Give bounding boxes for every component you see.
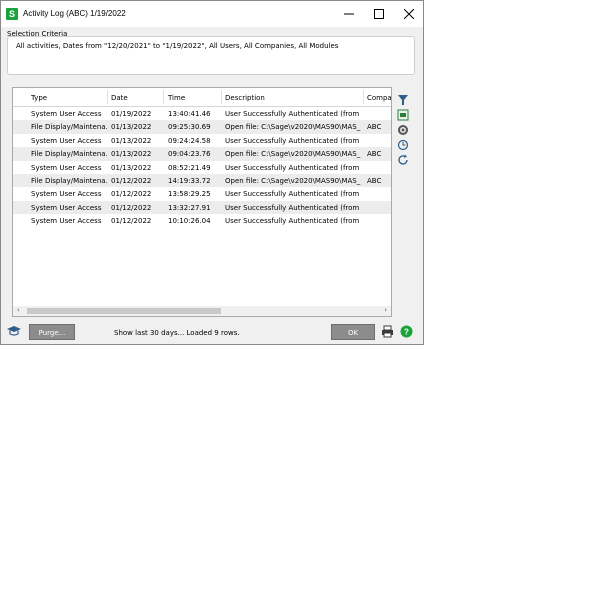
cell-date: 01/13/2022 bbox=[111, 163, 152, 172]
cell-date: 01/13/2022 bbox=[111, 150, 152, 159]
title-bar: S Activity Log (ABC) 1/19/2022 bbox=[1, 1, 423, 27]
cell-description: User Successfully Authenticated (from ..… bbox=[225, 190, 361, 199]
cell-date: 01/13/2022 bbox=[111, 136, 152, 145]
cell-type: System User Access bbox=[31, 163, 102, 172]
cell-type: System User Access bbox=[31, 190, 102, 199]
refresh-icon[interactable] bbox=[397, 154, 411, 168]
cell-type: File Display/Maintena... bbox=[31, 123, 107, 132]
export-icon[interactable] bbox=[397, 109, 411, 123]
activity-log-window: S Activity Log (ABC) 1/19/2022 Selection… bbox=[0, 0, 424, 345]
cell-company: ABC bbox=[367, 177, 382, 185]
cell-description: Open file: C:\Sage\v2020\MAS90\MAS_... bbox=[225, 177, 361, 185]
column-header-date[interactable]: Date bbox=[111, 94, 163, 102]
cell-description: User Successfully Authenticated (from ..… bbox=[225, 110, 361, 118]
window-title: Activity Log (ABC) 1/19/2022 bbox=[23, 9, 126, 18]
table-row[interactable]: System User Access 01/19/2022 13:40:41.46 U… bbox=[13, 107, 391, 120]
close-button[interactable] bbox=[394, 1, 424, 27]
scroll-left-icon[interactable]: ‹ bbox=[17, 306, 20, 314]
cell-time: 13:58:29.25 bbox=[168, 190, 211, 199]
cell-time: 13:40:41.46 bbox=[168, 110, 211, 118]
cell-description: User Successfully Authenticated (from ..… bbox=[225, 203, 361, 212]
horizontal-scrollbar[interactable]: ‹ › bbox=[13, 306, 391, 316]
activity-grid[interactable]: Type Date Time Description Compar System… bbox=[12, 87, 392, 317]
cell-type: System User Access bbox=[31, 217, 102, 226]
cell-type: System User Access bbox=[31, 110, 102, 118]
column-header-company[interactable]: Compar bbox=[367, 94, 391, 102]
table-row[interactable]: System User Access 01/12/2022 13:58:29.25 U… bbox=[13, 187, 391, 200]
sage-app-icon: S bbox=[6, 8, 18, 20]
cell-description: User Successfully Authenticated (from ..… bbox=[225, 163, 361, 172]
scroll-right-icon[interactable]: › bbox=[384, 306, 387, 314]
svg-text:?: ? bbox=[404, 328, 409, 337]
cell-company: ABC bbox=[367, 150, 382, 159]
minimize-icon bbox=[344, 13, 354, 15]
cell-type: System User Access bbox=[31, 203, 102, 212]
selection-criteria-text: All activities, Dates from "12/20/2021" … bbox=[16, 42, 339, 50]
cell-time: 09:25:30.69 bbox=[168, 123, 211, 132]
column-header-type[interactable]: Type bbox=[31, 94, 111, 102]
cell-company: ABC bbox=[367, 123, 382, 132]
column-divider[interactable] bbox=[221, 90, 222, 104]
cell-date: 01/13/2022 bbox=[111, 123, 152, 132]
printer-icon[interactable] bbox=[381, 325, 394, 340]
cell-type: System User Access bbox=[31, 136, 102, 145]
history-icon[interactable] bbox=[397, 139, 411, 153]
column-divider[interactable] bbox=[107, 90, 108, 104]
cell-time: 13:32:27.91 bbox=[168, 203, 211, 212]
cell-type: File Display/Maintena... bbox=[31, 150, 107, 159]
cell-description: User Successfully Authenticated (from ..… bbox=[225, 217, 361, 226]
cell-date: 01/19/2022 bbox=[111, 110, 152, 118]
status-text: Show last 30 days... Loaded 9 rows. bbox=[114, 329, 240, 337]
table-row[interactable]: File Display/Maintena... 01/13/2022 09:04:… bbox=[13, 147, 391, 161]
maximize-icon bbox=[374, 9, 384, 19]
cell-description: User Successfully Authenticated (from ..… bbox=[225, 136, 361, 145]
purge-button[interactable]: Purge... bbox=[29, 324, 75, 340]
cell-date: 01/12/2022 bbox=[111, 217, 152, 226]
filter-icon[interactable] bbox=[397, 94, 411, 108]
ok-button[interactable]: OK bbox=[331, 324, 375, 340]
column-divider[interactable] bbox=[363, 90, 364, 104]
close-icon bbox=[404, 9, 414, 19]
grid-header: Type Date Time Description Compar bbox=[13, 88, 391, 107]
column-divider[interactable] bbox=[163, 90, 164, 104]
table-row[interactable]: System User Access 01/12/2022 10:10:26.04 U… bbox=[13, 214, 391, 227]
cell-type: File Display/Maintena... bbox=[31, 177, 107, 185]
table-row[interactable]: File Display/Maintena... 01/12/2022 14:19:… bbox=[13, 174, 391, 188]
cell-date: 01/12/2022 bbox=[111, 190, 152, 199]
cell-time: 09:24:24.58 bbox=[168, 136, 211, 145]
column-header-description[interactable]: Description bbox=[225, 94, 360, 102]
help-icon[interactable]: ? bbox=[400, 325, 413, 340]
cell-description: Open file: C:\Sage\v2020\MAS90\MAS_... bbox=[225, 150, 361, 159]
cell-time: 14:19:33.72 bbox=[168, 177, 211, 185]
table-row[interactable]: File Display/Maintena... 01/13/2022 09:25:… bbox=[13, 120, 391, 134]
cell-description: Open file: C:\Sage\v2020\MAS90\MAS_... bbox=[225, 123, 361, 132]
column-header-time[interactable]: Time bbox=[168, 94, 220, 102]
scroll-thumb[interactable] bbox=[27, 308, 221, 314]
settings-icon[interactable] bbox=[397, 124, 411, 138]
cell-time: 10:10:26.04 bbox=[168, 217, 211, 226]
cell-time: 08:52:21.49 bbox=[168, 163, 211, 172]
cell-date: 01/12/2022 bbox=[111, 203, 152, 212]
table-row[interactable]: System User Access 01/12/2022 13:32:27.91 U… bbox=[13, 200, 391, 215]
maximize-button[interactable] bbox=[364, 1, 394, 27]
table-row[interactable]: System User Access 01/13/2022 09:24:24.58 U… bbox=[13, 134, 391, 147]
cell-time: 09:04:23.76 bbox=[168, 150, 211, 159]
cell-date: 01/12/2022 bbox=[111, 177, 152, 185]
minimize-button[interactable] bbox=[334, 1, 364, 27]
selection-criteria-box: All activities, Dates from "12/20/2021" … bbox=[7, 36, 415, 75]
side-toolbar bbox=[397, 94, 411, 169]
table-row[interactable]: System User Access 01/13/2022 08:52:21.49 U… bbox=[13, 161, 391, 174]
graduation-cap-icon[interactable] bbox=[6, 324, 22, 340]
